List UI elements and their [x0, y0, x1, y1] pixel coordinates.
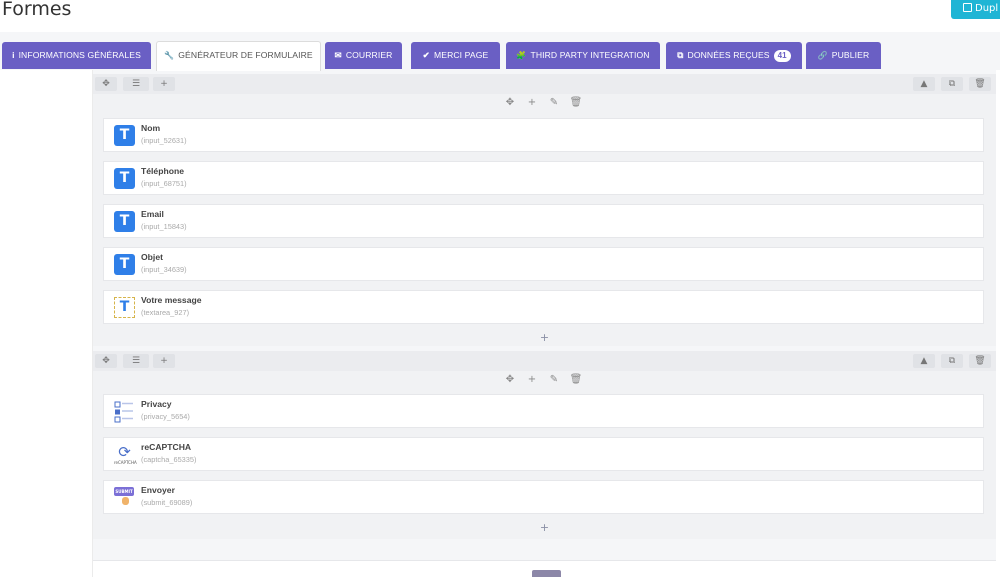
text-field-icon: T	[114, 254, 135, 275]
field-id: (input_68751)	[141, 179, 187, 188]
add-icon[interactable]: +	[521, 94, 543, 111]
text-field-icon: T	[114, 168, 135, 189]
envelope-icon: ✉	[334, 50, 342, 60]
field-item[interactable]: T Objet (input_34639)	[103, 247, 984, 281]
tab-label: MERCI PAGE	[433, 50, 489, 60]
form-section: ✥ ☰ + ▲ ⧉ 🗑 ✥ + ✎ 🗑 Privacy (privacy_5654) …	[93, 351, 996, 539]
section-toolbar: ✥ ☰ + ▲ ⧉ 🗑	[93, 74, 996, 94]
field-label: Votre message	[141, 295, 202, 305]
section-toolbar: ✥ ☰ + ▲ ⧉ 🗑	[93, 351, 996, 371]
field-id: (input_52631)	[141, 136, 187, 145]
field-item[interactable]: T Nom (input_52631)	[103, 118, 984, 152]
collapse-button[interactable]: ▲	[913, 77, 935, 91]
add-section-button[interactable]	[532, 570, 561, 577]
hand-pointer-icon	[122, 497, 129, 505]
tab-merci-page[interactable]: ✔ MERCI PAGE	[411, 42, 500, 69]
move-section-button[interactable]: ✥	[95, 354, 117, 368]
move-section-button[interactable]: ✥	[95, 77, 117, 91]
move-icon[interactable]: ✥	[499, 94, 521, 111]
field-item[interactable]: SUBMIT Envoyer (submit_69089)	[103, 480, 984, 514]
page-title: Formes	[2, 0, 72, 20]
puzzle-icon: 🧩	[516, 51, 527, 60]
tab-publier[interactable]: 🔗 PUBLIER	[806, 42, 881, 69]
field-label: Privacy	[141, 399, 172, 409]
field-item[interactable]: Privacy (privacy_5654)	[103, 394, 984, 428]
tab-third-party-integration[interactable]: 🧩 THIRD PARTY INTEGRATION	[506, 42, 660, 69]
field-label: Objet	[141, 252, 163, 262]
field-id: (privacy_5654)	[141, 412, 190, 421]
column-tools: ✥ + ✎ 🗑	[499, 371, 587, 391]
info-icon: i	[12, 50, 15, 60]
add-field-button[interactable]: +	[93, 520, 996, 536]
field-label: Envoyer	[141, 485, 175, 495]
list-view-button[interactable]: ☰	[123, 354, 149, 368]
duplicate-label: Dupl	[975, 3, 999, 14]
tab-label: GÉNÉRATEUR DE FORMULAIRE	[178, 50, 313, 60]
field-item[interactable]: T Téléphone (input_68751)	[103, 161, 984, 195]
field-id: (input_34639)	[141, 265, 187, 274]
trash-icon[interactable]: 🗑	[565, 371, 587, 388]
tab-generateur-de-formulaire[interactable]: 🔧 GÉNÉRATEUR DE FORMULAIRE	[156, 41, 321, 71]
tab-donnees-recues[interactable]: ⧉ DONNÉES REÇUES 41	[666, 42, 802, 69]
add-icon[interactable]: +	[521, 371, 543, 388]
duplicate-section-button[interactable]: ⧉	[941, 77, 963, 91]
text-field-icon: T	[114, 211, 135, 232]
privacy-checkbox-icon	[114, 401, 135, 423]
tab-label: COURRIER	[345, 50, 393, 60]
tab-label: INFORMATIONS GÉNÉRALES	[18, 50, 141, 60]
delete-section-button[interactable]: 🗑	[969, 354, 991, 368]
trash-icon[interactable]: 🗑	[565, 94, 587, 111]
edit-icon[interactable]: ✎	[543, 371, 565, 388]
delete-section-button[interactable]: 🗑	[969, 77, 991, 91]
copy-icon: ⧉	[677, 50, 684, 60]
add-column-button[interactable]: +	[153, 77, 175, 91]
field-id: (captcha_65335)	[141, 455, 197, 464]
field-id: (submit_69089)	[141, 498, 193, 507]
add-column-button[interactable]: +	[153, 354, 175, 368]
field-id: (textarea_927)	[141, 308, 190, 317]
submit-button-icon: SUBMIT	[114, 487, 135, 508]
field-item[interactable]: T Email (input_15843)	[103, 204, 984, 238]
top-bar	[0, 0, 1000, 32]
field-label: Email	[141, 209, 164, 219]
textarea-icon: T	[114, 297, 135, 318]
field-id: (input_15843)	[141, 222, 187, 231]
right-strip	[996, 70, 1000, 577]
check-icon: ✔	[422, 50, 430, 60]
tab-informations-generales[interactable]: i INFORMATIONS GÉNÉRALES	[2, 42, 151, 69]
duplicate-section-button[interactable]: ⧉	[941, 354, 963, 368]
field-label: Nom	[141, 123, 161, 133]
form-section: ✥ ☰ + ▲ ⧉ 🗑 ✥ + ✎ 🗑 T Nom (input_52631) T T…	[93, 74, 996, 346]
text-field-icon: T	[114, 125, 135, 146]
column-tools: ✥ + ✎ 🗑	[499, 94, 587, 114]
field-label: Téléphone	[141, 166, 184, 176]
tab-courrier[interactable]: ✉ COURRIER	[325, 42, 402, 69]
tab-label: PUBLIER	[831, 50, 870, 60]
recaptcha-icon: ⟳ reCAPTCHA	[114, 443, 137, 465]
duplicate-button[interactable]: Dupl	[951, 0, 1000, 19]
submit-icon-text: SUBMIT	[114, 487, 134, 496]
field-item[interactable]: ⟳ reCAPTCHA reCAPTCHA (captcha_65335)	[103, 437, 984, 471]
collapse-button[interactable]: ▲	[913, 354, 935, 368]
field-item[interactable]: T Votre message (textarea_927)	[103, 290, 984, 324]
field-label: reCAPTCHA	[141, 442, 192, 452]
recaptcha-icon-text: reCAPTCHA	[114, 460, 137, 465]
move-icon[interactable]: ✥	[499, 371, 521, 388]
add-field-button[interactable]: +	[93, 330, 996, 346]
left-panel	[0, 70, 93, 577]
link-icon: 🔗	[817, 51, 828, 60]
tab-label: THIRD PARTY INTEGRATION	[530, 50, 650, 60]
duplicate-icon	[963, 3, 972, 12]
count-badge: 41	[773, 50, 791, 62]
edit-icon[interactable]: ✎	[543, 94, 565, 111]
wrench-icon: 🔧	[164, 51, 175, 60]
list-view-button[interactable]: ☰	[123, 77, 149, 91]
refresh-icon: ⟳	[118, 443, 131, 461]
tab-label: DONNÉES REÇUES	[687, 50, 770, 60]
